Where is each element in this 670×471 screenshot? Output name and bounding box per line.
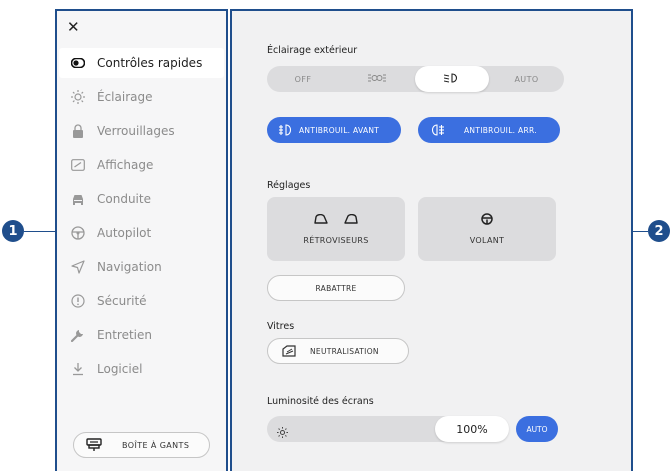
front-fog-lights-button[interactable]: ANTIBROUIL. AVANT bbox=[267, 117, 401, 143]
sidebar-item-security[interactable]: Sécurité bbox=[59, 286, 224, 316]
front-fog-icon bbox=[279, 124, 293, 136]
sidebar-item-label: Conduite bbox=[97, 192, 151, 206]
brightness-sun-icon bbox=[277, 423, 288, 442]
low-beam-icon bbox=[443, 73, 460, 85]
sidebar-item-autopilot[interactable]: Autopilot bbox=[59, 218, 224, 248]
window-icon bbox=[282, 345, 296, 357]
glovebox-icon bbox=[86, 438, 102, 452]
neutralize-windows-button[interactable]: NEUTRALISATION bbox=[267, 338, 409, 364]
steering-wheel-icon bbox=[71, 226, 85, 240]
callout-line-2 bbox=[633, 231, 648, 232]
mirrors-button[interactable]: RÉTROVISEURS bbox=[267, 197, 405, 261]
sidebar-item-label: Logiciel bbox=[97, 362, 143, 376]
exterior-lighting-label: Éclairage extérieur bbox=[267, 45, 358, 56]
sidebar-item-navigation[interactable]: Navigation bbox=[59, 252, 224, 282]
lighting-option-parking[interactable] bbox=[339, 66, 415, 92]
download-icon bbox=[71, 362, 85, 376]
glovebox-button[interactable]: BOÎTE À GANTS bbox=[73, 432, 210, 458]
alert-icon bbox=[71, 294, 85, 308]
car-icon bbox=[71, 192, 85, 206]
sidebar-item-label: Autopilot bbox=[97, 226, 152, 240]
sidebar-item-label: Éclairage bbox=[97, 90, 153, 104]
sidebar-item-label: Entretien bbox=[97, 328, 152, 342]
sidebar-item-display[interactable]: Affichage bbox=[59, 150, 224, 180]
sidebar-item-label: Navigation bbox=[97, 260, 162, 274]
lighting-option-auto[interactable]: AUTO bbox=[489, 66, 564, 92]
sidebar-item-lighting[interactable]: Éclairage bbox=[59, 82, 224, 112]
callout-badge-1: 1 bbox=[2, 220, 24, 242]
rear-fog-icon bbox=[430, 124, 444, 136]
sidebar-item-label: Verrouillages bbox=[97, 124, 175, 138]
sidebar-item-label: Sécurité bbox=[97, 294, 147, 308]
brightness-label: Luminosité des écrans bbox=[267, 396, 374, 407]
left-mirror-icon bbox=[314, 213, 328, 226]
navigation-icon bbox=[71, 260, 85, 274]
neutralize-label: NEUTRALISATION bbox=[310, 346, 379, 356]
close-icon[interactable]: ✕ bbox=[67, 19, 80, 35]
brightness-value[interactable]: 100% bbox=[435, 416, 509, 442]
sidebar-item-service[interactable]: Entretien bbox=[59, 320, 224, 350]
steering-wheel-button[interactable]: VOLANT bbox=[418, 197, 556, 261]
sidebar-item-quick-controls[interactable]: Contrôles rapides bbox=[59, 48, 224, 78]
lighting-option-low-beam[interactable] bbox=[415, 66, 489, 92]
mirrors-label: RÉTROVISEURS bbox=[303, 235, 369, 245]
right-mirror-icon bbox=[344, 213, 358, 226]
sun-icon bbox=[71, 90, 85, 104]
sidebar-item-label: Contrôles rapides bbox=[97, 56, 203, 70]
quick-controls-panel: Éclairage extérieur OFF AUTO ANTIBROUIL.… bbox=[230, 9, 633, 471]
display-icon bbox=[71, 158, 85, 172]
exterior-lighting-selector: OFF AUTO bbox=[267, 66, 564, 92]
front-fog-label: ANTIBROUIL. AVANT bbox=[299, 125, 380, 135]
sidebar-item-driving[interactable]: Conduite bbox=[59, 184, 224, 214]
brightness-auto-button[interactable]: AUTO bbox=[516, 416, 558, 442]
sidebar-item-label: Affichage bbox=[97, 158, 154, 172]
wrench-icon bbox=[71, 328, 85, 342]
rear-fog-label: ANTIBROUIL. ARR. bbox=[464, 125, 537, 135]
sidebar: ✕ Contrôles rapides Éclairage Verrouilla… bbox=[55, 9, 228, 471]
quick-controls-icon bbox=[71, 56, 85, 70]
lock-icon bbox=[71, 124, 85, 138]
steering-wheel-label: VOLANT bbox=[469, 235, 505, 245]
steering-wheel-icon bbox=[481, 212, 493, 227]
sidebar-item-software[interactable]: Logiciel bbox=[59, 354, 224, 384]
rear-fog-lights-button[interactable]: ANTIBROUIL. ARR. bbox=[418, 117, 560, 143]
settings-label: Réglages bbox=[267, 180, 311, 191]
windows-label: Vitres bbox=[267, 321, 295, 332]
callout-line-1 bbox=[24, 231, 55, 232]
glovebox-label: BOÎTE À GANTS bbox=[122, 440, 190, 450]
parking-lights-icon bbox=[368, 73, 386, 85]
fold-mirrors-button[interactable]: RABATTRE bbox=[267, 275, 405, 301]
callout-badge-2: 2 bbox=[648, 220, 670, 242]
brightness-slider[interactable]: 100% bbox=[267, 416, 509, 442]
lighting-option-off[interactable]: OFF bbox=[267, 66, 339, 92]
sidebar-item-locks[interactable]: Verrouillages bbox=[59, 116, 224, 146]
